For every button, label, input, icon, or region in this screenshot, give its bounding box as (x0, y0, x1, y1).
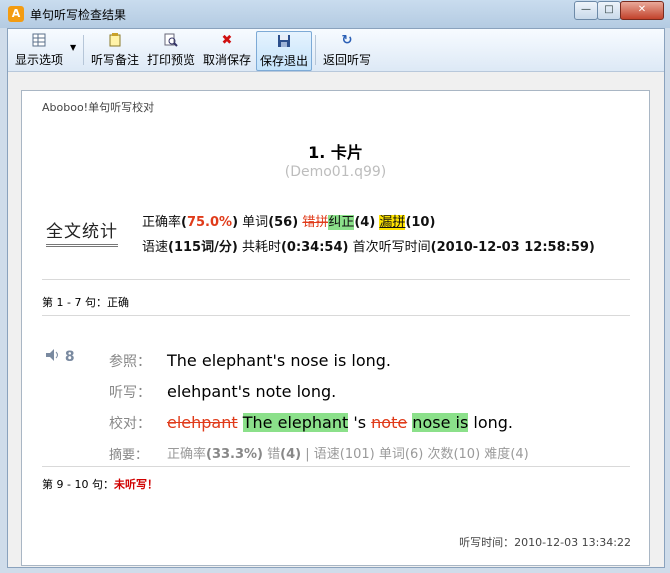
toolbar: 显示选项 ▼ 听写备注 打印预览 ✖ 取消保存 保存退出 ↻ 返回听写 (8, 29, 664, 72)
corrected-label: 纠正 (328, 215, 355, 230)
show-options-label: 显示选项 (14, 53, 63, 67)
print-preview-label: 打印预览 (146, 53, 195, 67)
check-label: 校对： (109, 416, 151, 432)
dictation-note-label: 听写备注 (90, 53, 139, 67)
window-title: 单句听写检查结果 (30, 8, 127, 22)
sentence-summary: 正确率(33.3%) 错(4) | 语速(101) 单词(6) 次数(10) 难… (167, 443, 529, 462)
grid-icon (31, 33, 47, 49)
range-correct: 第 1 - 7 句：正确 (42, 296, 129, 309)
time-label: 共耗时 (241, 240, 281, 255)
summary-acc-value: (33.3%) (206, 447, 263, 462)
summary-label: 摘要： (109, 448, 149, 463)
stats-heading: 全文统计 (46, 217, 118, 247)
reference-label: 参照： (109, 354, 151, 370)
toolbar-divider (83, 35, 84, 65)
words-label: 单词 (242, 215, 269, 230)
floppy-disk-icon (276, 34, 292, 50)
save-exit-button[interactable]: 保存退出 (256, 31, 312, 71)
summary-words-label: 单词 (378, 447, 405, 462)
stats-line-1: 正确率(75.0%) 单词(56) 错拼纠正(4) 漏拼(10) (142, 211, 435, 230)
summary-diff-value: (4) (510, 447, 529, 462)
document-file: (Demo01.q99) (284, 164, 387, 180)
wrong-word: elehpant (167, 413, 238, 432)
first-time-label: 首次听写时间 (352, 240, 431, 255)
range-prefix: 第 9 - 10 句： (42, 478, 114, 491)
summary-diff-label: 难度 (484, 447, 511, 462)
magnifier-icon (163, 33, 179, 49)
dictation-note-button[interactable]: 听写备注 (89, 31, 141, 69)
dictation-time-value: 2010-12-03 13:34:22 (514, 536, 631, 549)
print-preview-button[interactable]: 打印预览 (145, 31, 197, 69)
return-dictation-label: 返回听写 (322, 53, 371, 67)
summary-acc-label: 正确率 (167, 447, 207, 462)
speed-label: 语速 (142, 240, 169, 255)
range-not-dictated: 第 9 - 10 句：未听写！ (42, 476, 158, 492)
check-end: long. (468, 413, 513, 432)
accuracy-close: ) (232, 215, 239, 230)
sentence-number: 8 (64, 349, 75, 365)
reference-text: The elephant's nose is long. (167, 351, 391, 370)
brand-label: Aboboo!单句听写校对 (42, 101, 155, 114)
summary-count-value: (10) (453, 447, 481, 462)
divider (42, 279, 630, 280)
accuracy-value: 75.0% (186, 215, 233, 230)
summary-count-label: 次数 (427, 447, 454, 462)
wrong-word: note (371, 413, 408, 432)
red-x-icon: ✖ (221, 33, 233, 48)
speaker-icon[interactable] (46, 349, 65, 365)
cancel-save-button[interactable]: ✖ 取消保存 (201, 31, 253, 69)
dictation-label: 听写： (109, 385, 151, 401)
dictation-time-label: 听写时间： (459, 536, 515, 549)
summary-err-label: 错 (267, 447, 281, 462)
range-status: 未听写！ (113, 478, 158, 491)
time-value: (0:34:54) (280, 240, 349, 255)
minimize-button[interactable]: — (574, 1, 598, 20)
title-bar: A 单句听写检查结果 — □ ✕ (0, 0, 670, 28)
corrected-value: (4) (354, 215, 376, 230)
corrected-word: nose is (412, 413, 469, 432)
window-client: 显示选项 ▼ 听写备注 打印预览 ✖ 取消保存 保存退出 ↻ 返回听写 Abob… (7, 28, 665, 568)
app-icon: A (8, 6, 24, 22)
show-options-button[interactable]: 显示选项 (11, 31, 67, 69)
close-button[interactable]: ✕ (620, 1, 664, 20)
divider (42, 466, 630, 467)
divider (42, 315, 630, 316)
summary-speed-label: 语速 (313, 447, 340, 462)
missed-label: 漏拼 (379, 215, 406, 230)
document-title: 1. 卡片 (308, 143, 363, 162)
toolbar-divider (315, 35, 316, 65)
dictation-text: elehpant's note long. (167, 382, 337, 401)
check-middle: 's (348, 413, 372, 432)
chevron-down-icon[interactable]: ▼ (70, 43, 76, 52)
check-text: elehpant The elephant 's note nose is lo… (167, 413, 513, 432)
summary-separator: | (301, 447, 314, 462)
refresh-icon: ↻ (341, 33, 353, 48)
sentence-number-block: 8 (46, 349, 75, 365)
corrected-word: The elephant (242, 413, 349, 432)
summary-err-value: (4) (280, 447, 302, 462)
report-panel: Aboboo!单句听写校对 1. 卡片 (Demo01.q99) 全文统计 正确… (21, 90, 650, 566)
cancel-save-label: 取消保存 (202, 53, 251, 67)
summary-words-value: (6) (404, 447, 424, 462)
first-time-value: (2010-12-03 12:58:59) (430, 240, 595, 255)
maximize-button[interactable]: □ (597, 1, 621, 20)
stats-line-2: 语速(115词/分) 共耗时(0:34:54) 首次听写时间(2010-12-0… (142, 236, 595, 255)
return-dictation-button[interactable]: ↻ 返回听写 (321, 31, 373, 69)
words-value: (56) (268, 215, 299, 230)
speed-value: (115词/分) (168, 240, 238, 255)
accuracy-label: 正确率 (142, 215, 182, 230)
dictation-time: 听写时间：2010-12-03 13:34:22 (459, 534, 631, 550)
summary-speed-value: (101) (339, 447, 375, 462)
missed-value: (10) (405, 215, 436, 230)
note-icon (107, 33, 123, 49)
misspell-label: 错拼 (302, 215, 329, 230)
save-exit-label: 保存退出 (259, 54, 308, 68)
